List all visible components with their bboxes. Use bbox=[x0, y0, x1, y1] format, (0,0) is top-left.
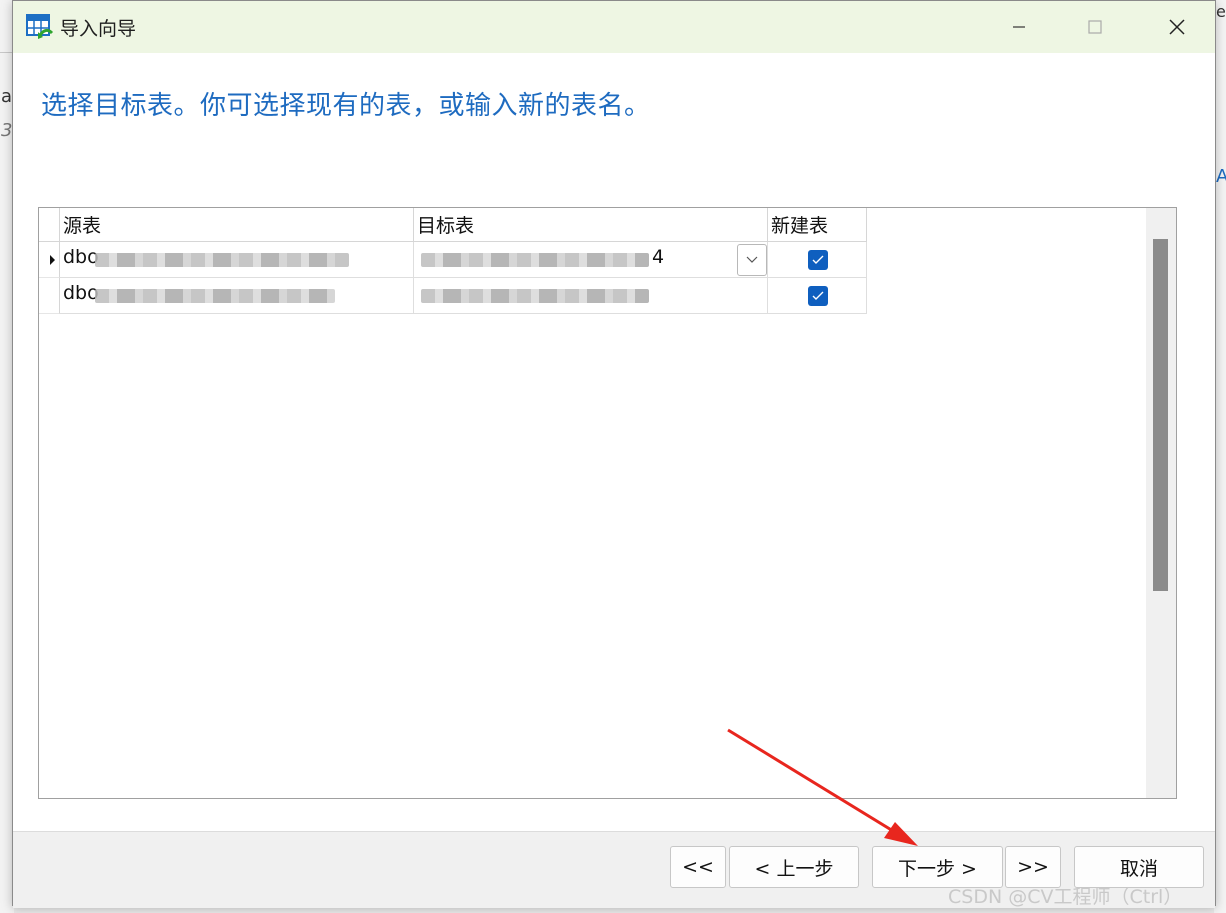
target-table-dropdown[interactable] bbox=[737, 244, 767, 276]
watermark: CSDN @CV工程师（Ctrl） bbox=[948, 886, 1183, 908]
scrollbar-thumb[interactable] bbox=[1153, 239, 1168, 591]
vertical-scrollbar[interactable] bbox=[1146, 208, 1176, 798]
column-header-new-table[interactable]: 新建表 bbox=[768, 208, 867, 242]
back-button[interactable]: < 上一步 bbox=[729, 846, 859, 888]
source-table-name: dbo bbox=[63, 246, 99, 268]
column-header-target[interactable]: 目标表 bbox=[414, 208, 768, 242]
new-table-checkbox[interactable] bbox=[808, 250, 828, 270]
row-indicator[interactable] bbox=[39, 242, 60, 278]
new-table-checkbox[interactable] bbox=[808, 286, 828, 306]
checkmark-icon bbox=[812, 291, 824, 300]
row-header-corner bbox=[39, 208, 60, 242]
redacted-source-name bbox=[95, 289, 335, 303]
checkmark-icon bbox=[812, 255, 824, 264]
redacted-source-name bbox=[95, 253, 349, 267]
source-table-name: dbo bbox=[63, 282, 99, 304]
table-import-icon bbox=[26, 14, 54, 39]
first-step-button[interactable]: << bbox=[670, 846, 726, 888]
background-text-e: e bbox=[1216, 2, 1226, 21]
minimize-icon bbox=[1013, 26, 1025, 28]
window-title: 导入向导 bbox=[60, 18, 137, 40]
close-icon bbox=[1169, 19, 1185, 35]
background-text-a: a bbox=[1, 86, 13, 107]
background-divider bbox=[0, 52, 12, 53]
column-header-source[interactable]: 源表 bbox=[60, 208, 414, 242]
background-text-A: A bbox=[1216, 166, 1226, 187]
redacted-target-name bbox=[421, 289, 649, 303]
row-indicator[interactable] bbox=[39, 278, 60, 314]
import-wizard-dialog: 导入向导 选择目标表。你可选择现有的表，或输入新的表名。 源表 目标表 新建表 … bbox=[12, 0, 1216, 908]
current-row-arrow-icon bbox=[50, 255, 55, 265]
target-table-name-suffix: 4 bbox=[652, 246, 665, 268]
chevron-down-icon bbox=[746, 256, 758, 263]
step-heading: 选择目标表。你可选择现有的表，或输入新的表名。 bbox=[41, 91, 651, 121]
background-text-3: 3 bbox=[1, 120, 13, 141]
redacted-target-name bbox=[421, 253, 649, 267]
maximize-icon bbox=[1088, 20, 1102, 34]
table-mapping-grid: 源表 目标表 新建表 dbo 4 dbo bbox=[38, 207, 1177, 799]
title-bar[interactable]: 导入向导 bbox=[13, 1, 1215, 53]
maximize-button[interactable] bbox=[1065, 1, 1125, 53]
close-button[interactable] bbox=[1147, 1, 1207, 53]
minimize-button[interactable] bbox=[989, 1, 1049, 53]
